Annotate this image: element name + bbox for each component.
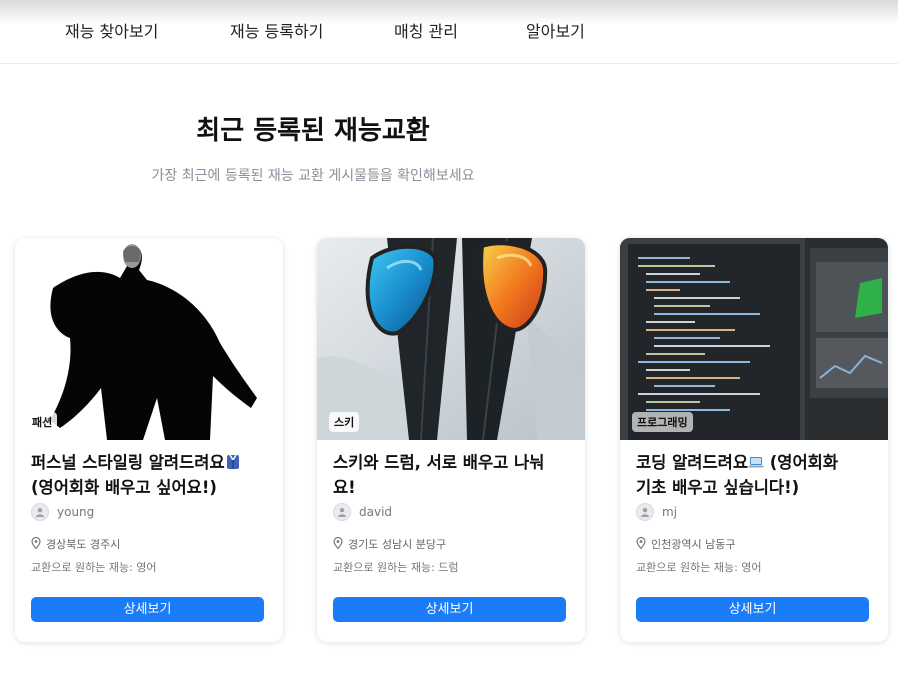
card-title-line1: 퍼스널 스타일링 알려드려요 <box>31 453 225 472</box>
nav-item-about[interactable]: 알아보기 <box>526 18 585 42</box>
category-badge: 스키 <box>329 412 360 432</box>
card-title: 코딩 알려드려요 (영어회화 기초 배우고 싶습니다!) <box>636 450 881 500</box>
user-avatar-icon <box>333 503 351 521</box>
wanted-talent-text: 교환으로 원하는 재능: 영어 <box>31 561 157 574</box>
author-row: david <box>333 502 392 522</box>
location-pin-icon <box>636 534 646 553</box>
talent-card[interactable]: 프로그래밍 코딩 알려드려요 (영어회화 기초 배우고 싶습니다!) mj 인천… <box>620 238 888 642</box>
talent-card[interactable]: 스키 스키와 드럼, 서로 배우고 나눠 요! david 경기도 성남시 분당… <box>317 238 585 642</box>
category-badge: 패션 <box>27 412 58 432</box>
card-image-fashion[interactable]: 패션 <box>15 238 283 440</box>
location-row: 경기도 성남시 분당구 <box>333 534 446 553</box>
card-title-line1b: (영어회화 <box>764 453 839 472</box>
dress-emoji-icon <box>225 452 241 469</box>
section-subtitle: 가장 최근에 등록된 재능 교환 게시물들을 확인해보세요 <box>151 168 475 184</box>
user-avatar-icon <box>31 503 49 521</box>
location-row: 인천광역시 남동구 <box>636 534 735 553</box>
card-image-ski[interactable]: 스키 <box>317 238 585 440</box>
detail-button[interactable]: 상세보기 <box>31 597 264 622</box>
card-title-line2: 기초 배우고 싶습니다!) <box>636 478 800 497</box>
card-title-line1: 스키와 드럼, 서로 배우고 나눠 <box>333 453 545 472</box>
wanted-talent-text: 교환으로 원하는 재능: 영어 <box>636 561 762 574</box>
author-username: young <box>57 505 95 519</box>
top-nav: 재능 찾아보기 재능 등록하기 매칭 관리 알아보기 <box>0 0 898 64</box>
nav-item-find-talent[interactable]: 재능 찾아보기 <box>65 18 158 42</box>
talent-card[interactable]: 패션 퍼스널 스타일링 알려드려요 (영어회화 배우고 싶어요!) young … <box>15 238 283 642</box>
location-text: 경상북도 경주시 <box>46 537 121 551</box>
location-pin-icon <box>333 534 343 553</box>
user-avatar-icon <box>636 503 654 521</box>
nav-item-matching[interactable]: 매칭 관리 <box>394 18 458 42</box>
section-title: 최근 등록된 재능교환 <box>196 116 430 146</box>
card-title-line2: (영어회화 배우고 싶어요!) <box>31 478 217 497</box>
card-title: 퍼스널 스타일링 알려드려요 (영어회화 배우고 싶어요!) <box>31 450 276 500</box>
location-text: 인천광역시 남동구 <box>651 537 736 551</box>
card-title-line2: 요! <box>333 478 356 497</box>
location-row: 경상북도 경주시 <box>31 534 120 553</box>
author-username: david <box>359 505 393 519</box>
author-row: young <box>31 502 94 522</box>
detail-button[interactable]: 상세보기 <box>636 597 869 622</box>
author-username: mj <box>662 505 678 519</box>
nav-item-register-talent[interactable]: 재능 등록하기 <box>230 18 323 42</box>
laptop-emoji-icon <box>748 452 764 468</box>
category-badge: 프로그래밍 <box>632 412 693 432</box>
card-image-coding[interactable]: 프로그래밍 <box>620 238 888 440</box>
card-title: 스키와 드럼, 서로 배우고 나눠 요! <box>333 450 578 500</box>
card-title-line1: 코딩 알려드려요 <box>636 453 749 472</box>
wanted-talent-text: 교환으로 원하는 재능: 드럼 <box>333 561 459 574</box>
author-row: mj <box>636 502 677 522</box>
detail-button[interactable]: 상세보기 <box>333 597 566 622</box>
location-pin-icon <box>31 534 41 553</box>
location-text: 경기도 성남시 분당구 <box>348 537 447 551</box>
